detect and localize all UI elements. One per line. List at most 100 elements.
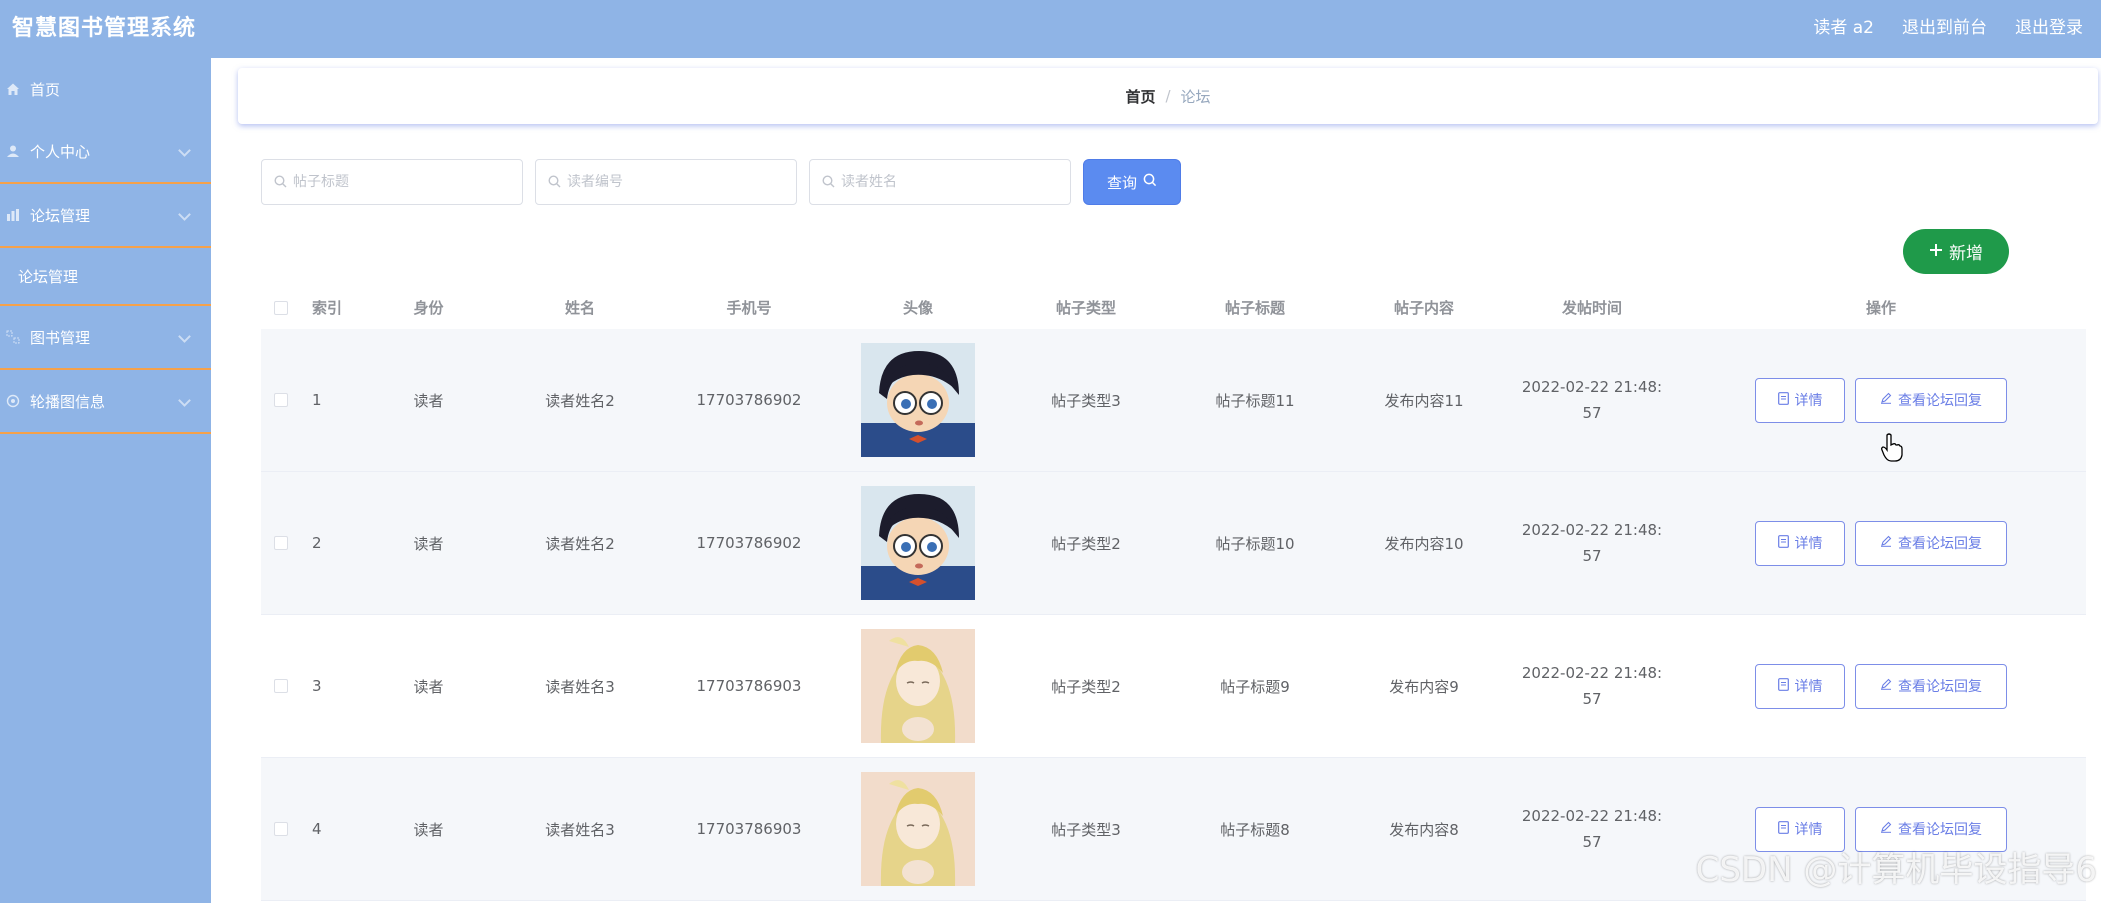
breadcrumb-home[interactable]: 首页 [1125, 86, 1155, 107]
header-actions: 操作 [1865, 299, 1896, 317]
cell-content: 发布内容9 [1389, 677, 1459, 696]
cell-phone: 17703786903 [696, 820, 802, 838]
search-icon [274, 173, 287, 192]
search-bar: 查询 [261, 159, 1181, 205]
cell-index: 2 [312, 534, 322, 552]
search-icon [1143, 173, 1157, 191]
cell-phone: 17703786903 [696, 677, 802, 695]
avatar[interactable] [861, 629, 975, 743]
sidebar-item-label: 轮播图信息 [30, 392, 106, 411]
cell-time-line2: 57 [1582, 690, 1602, 708]
row-select-cell [261, 393, 301, 407]
cell-index: 3 [312, 677, 322, 695]
row-checkbox[interactable] [274, 822, 288, 836]
reader-name-input[interactable] [841, 174, 1061, 190]
chevron-down-icon [178, 144, 191, 157]
header-type: 帖子类型 [1055, 299, 1116, 317]
cell-content: 发布内容11 [1384, 391, 1464, 410]
header-phone: 手机号 [726, 299, 772, 317]
detail-button[interactable]: 详情 [1755, 520, 1845, 566]
cell-actions: 详情 查看论坛回复 [1676, 520, 2086, 566]
sidebar-item-label: 个人中心 [30, 142, 91, 161]
sidebar-item-books[interactable]: 图书管理 [0, 306, 211, 370]
view-reply-button[interactable]: 查看论坛回复 [1855, 520, 2007, 566]
cell-time-line2: 57 [1582, 833, 1602, 851]
detail-button[interactable]: 详情 [1755, 663, 1845, 709]
chart-icon [4, 206, 22, 224]
cell-content: 发布内容10 [1384, 534, 1464, 553]
view-reply-button-label: 查看论坛回复 [1898, 536, 1982, 552]
add-button[interactable]: 新增 [1903, 229, 2009, 274]
cell-type: 帖子类型2 [1051, 677, 1121, 696]
view-reply-button[interactable]: 查看论坛回复 [1855, 663, 2007, 709]
header-name: 姓名 [564, 299, 595, 317]
detail-button[interactable]: 详情 [1755, 377, 1845, 423]
row-checkbox[interactable] [274, 393, 288, 407]
sidebar-item-forum-manage[interactable]: 论坛管理 [0, 248, 211, 306]
edit-icon [1880, 392, 1892, 408]
detail-button-label: 详情 [1794, 679, 1823, 695]
reader-no-input[interactable] [567, 174, 787, 190]
breadcrumb: 首页 / 论坛 [238, 68, 2098, 124]
edit-icon [1880, 678, 1892, 694]
cell-index: 1 [312, 391, 322, 409]
sidebar-item-forum-group[interactable]: 论坛管理 [0, 184, 211, 248]
cell-time: 2022-02-22 21:48: 57 [1508, 517, 1676, 569]
reader-name-search[interactable] [809, 159, 1071, 205]
detail-button-label: 详情 [1794, 822, 1823, 838]
avatar[interactable] [861, 486, 975, 600]
post-title-search[interactable] [261, 159, 523, 205]
sidebar-item-label: 论坛管理 [18, 267, 79, 286]
current-user-label[interactable]: 读者 a2 [1813, 13, 1874, 38]
table-header: 索引 身份 姓名 手机号 头像 帖子类型 帖子标题 帖子内容 发帖时间 操作 [261, 286, 2086, 329]
cell-time: 2022-02-22 21:48: 57 [1508, 803, 1676, 855]
select-all-checkbox[interactable] [274, 300, 288, 315]
row-checkbox[interactable] [274, 679, 288, 693]
view-reply-button[interactable]: 查看论坛回复 [1855, 377, 2007, 423]
post-title-input[interactable] [293, 174, 513, 190]
row-select-cell [261, 679, 301, 693]
header-content: 帖子内容 [1393, 299, 1454, 317]
document-icon [1777, 391, 1789, 409]
cell-actions: 详情 查看论坛回复 [1676, 663, 2086, 709]
cell-role: 读者 [413, 534, 444, 553]
avatar[interactable] [861, 343, 975, 457]
cell-avatar [834, 486, 1002, 600]
chevron-down-icon [178, 208, 191, 221]
view-reply-button-label: 查看论坛回复 [1898, 822, 1982, 838]
logout-link[interactable]: 退出登录 [2015, 13, 2083, 38]
cell-avatar [834, 772, 1002, 886]
user-icon [4, 142, 22, 160]
globe-icon [4, 392, 22, 410]
cell-title: 帖子标题8 [1220, 820, 1290, 839]
cell-phone: 17703786902 [696, 391, 802, 409]
avatar[interactable] [861, 772, 975, 886]
cell-time-line1: 2022-02-22 21:48: [1521, 521, 1663, 539]
select-all-cell [261, 300, 301, 315]
row-checkbox[interactable] [274, 536, 288, 550]
cell-title: 帖子标题10 [1215, 534, 1295, 553]
table-row: 1 读者 读者姓名2 17703786902 帖子类型3 帖子标题11 发布内容… [261, 329, 2086, 472]
query-button[interactable]: 查询 [1083, 159, 1181, 205]
cell-phone: 17703786902 [696, 534, 802, 552]
cell-time: 2022-02-22 21:48: 57 [1508, 660, 1676, 712]
cell-name: 读者姓名3 [545, 677, 615, 696]
search-icon [822, 173, 835, 192]
sidebar-item-profile[interactable]: 个人中心 [0, 120, 211, 184]
sidebar-item-label: 首页 [30, 80, 61, 99]
cell-index: 4 [312, 820, 322, 838]
watermark: CSDN @计算机毕设指导6 [1695, 850, 2097, 890]
back-to-front-link[interactable]: 退出到前台 [1902, 13, 1987, 38]
edit-icon [1880, 821, 1892, 837]
sidebar-item-home[interactable]: 首页 [0, 58, 211, 120]
cell-content: 发布内容8 [1389, 820, 1459, 839]
reader-no-search[interactable] [535, 159, 797, 205]
cell-title: 帖子标题11 [1215, 391, 1295, 410]
view-reply-button-label: 查看论坛回复 [1898, 393, 1982, 409]
sidebar-item-carousel[interactable]: 轮播图信息 [0, 370, 211, 434]
cell-avatar [834, 343, 1002, 457]
header-title: 帖子标题 [1224, 299, 1285, 317]
document-icon [1777, 820, 1789, 838]
cell-name: 读者姓名3 [545, 820, 615, 839]
document-icon [1777, 534, 1789, 552]
